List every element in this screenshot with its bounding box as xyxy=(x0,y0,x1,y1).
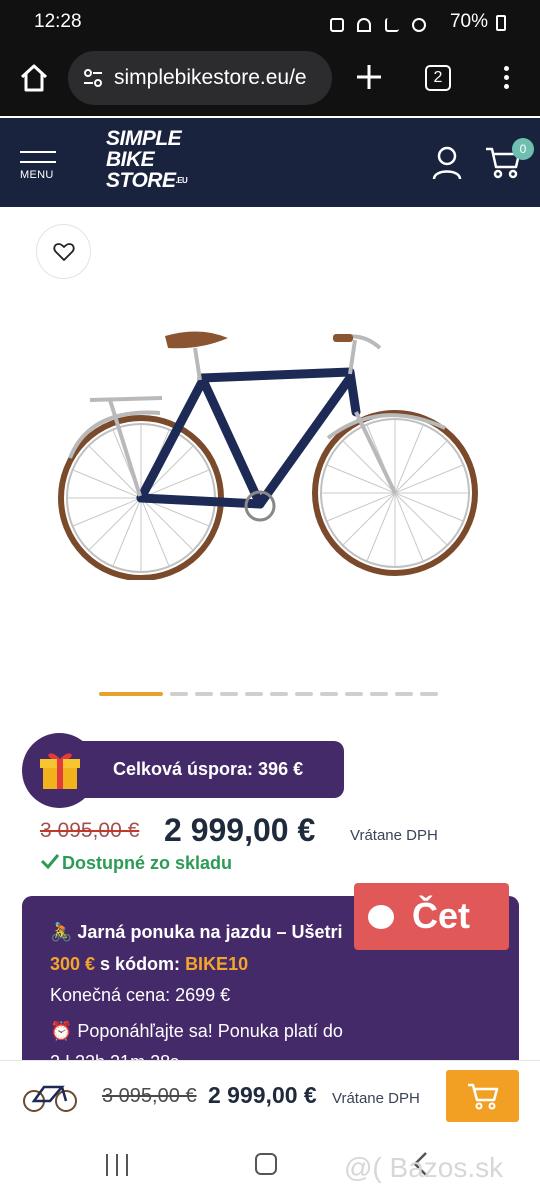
new-tab-button[interactable] xyxy=(352,60,386,94)
product-thumbnail xyxy=(23,1085,77,1112)
system-navigation-bar: @( Bazos.sk xyxy=(0,1136,540,1200)
more-dot-icon xyxy=(503,75,509,80)
carousel-dot[interactable] xyxy=(295,692,313,696)
original-price: 3 095,00 € xyxy=(40,819,140,842)
carousel-dot[interactable] xyxy=(345,692,363,696)
call-icon xyxy=(411,17,426,32)
gift-icon xyxy=(40,753,80,789)
price-row: 3 095,00 € 2 999,00 € Vrátane DPH xyxy=(40,812,520,852)
user-icon xyxy=(432,146,462,180)
carousel-dot[interactable] xyxy=(395,692,413,696)
carousel-dot[interactable] xyxy=(245,692,263,696)
logo-line-3: STORE.EU xyxy=(106,170,206,191)
signal-icon xyxy=(384,17,399,32)
current-price: 2 999,00 € xyxy=(164,812,316,848)
savings-text: Celková úspora: 396 € xyxy=(113,759,304,779)
sticky-vat-note: Vrátane DPH xyxy=(332,1090,420,1107)
plus-icon xyxy=(357,65,381,89)
promo-amount: 300 € xyxy=(50,954,96,974)
carousel-dot[interactable] xyxy=(220,692,238,696)
status-bar: 12:28 70% xyxy=(0,0,540,44)
promo-code-label: s kódom: xyxy=(95,954,186,974)
promo-headline: 🚴 Jarná ponuka na jazdu – Ušetri xyxy=(50,922,343,942)
gift-badge xyxy=(22,733,97,808)
sticky-original-price: 3 095,00 € xyxy=(102,1085,197,1107)
promo-hurry-text: ⏰ Poponáhľajte sa! Ponuka platí do xyxy=(50,1021,343,1041)
savings-badge: Celková úspora: 396 € xyxy=(64,741,344,798)
recents-bar-icon xyxy=(126,1154,128,1176)
recents-bar-icon xyxy=(116,1154,118,1176)
recents-bar-icon xyxy=(106,1154,108,1176)
watermark: @( Bazos.sk xyxy=(344,1152,504,1183)
tab-switcher-button[interactable]: 2 xyxy=(425,65,451,91)
chat-bubble-icon xyxy=(368,905,394,929)
store-logo[interactable]: SIMPLE BIKE STORE.EU xyxy=(106,128,206,200)
carousel-dot[interactable] xyxy=(370,692,388,696)
carousel-dot-active[interactable] xyxy=(99,692,163,696)
home-nav-button[interactable] xyxy=(255,1153,277,1175)
site-settings-icon[interactable] xyxy=(82,67,104,89)
logo-line-3-text: STORE xyxy=(106,169,176,192)
sticky-current-price: 2 999,00 € xyxy=(208,1082,317,1108)
sticky-buy-bar: 3 095,00 € 2 999,00 € Vrátane DPH xyxy=(0,1060,540,1136)
logo-line-1: SIMPLE xyxy=(106,127,182,150)
browser-toolbar: simplebikestore.eu/e 2 xyxy=(0,44,540,116)
url-text: simplebikestore.eu/e xyxy=(114,66,307,89)
hamburger-icon xyxy=(20,151,56,153)
home-icon xyxy=(20,64,48,92)
menu-button[interactable]: MENU xyxy=(20,151,58,195)
carousel-dot[interactable] xyxy=(195,692,213,696)
add-to-cart-button[interactable] xyxy=(446,1070,519,1122)
logo-suffix: .EU xyxy=(175,176,188,185)
carousel-dot[interactable] xyxy=(420,692,438,696)
wifi-icon xyxy=(357,17,372,32)
status-time: 12:28 xyxy=(34,11,82,32)
address-bar[interactable]: simplebikestore.eu/e xyxy=(68,51,332,105)
home-button[interactable] xyxy=(14,58,54,98)
heart-icon xyxy=(53,243,75,261)
site-header: MENU SIMPLE BIKE STORE.EU xyxy=(0,118,540,207)
product-image[interactable] xyxy=(50,318,490,580)
promo-code: BIKE10 xyxy=(185,954,249,974)
promo-code-line: 300 € s kódom: BIKE10 xyxy=(50,954,248,975)
recent-apps-button[interactable] xyxy=(104,1154,130,1176)
wishlist-button[interactable] xyxy=(36,224,91,279)
promo-final-price: Konečná cena: 2699 € xyxy=(50,985,231,1005)
promo-countdown: 2 I 22h 21m 28s xyxy=(50,1052,179,1060)
cart-count-badge: 0 xyxy=(512,138,534,160)
carousel-dot[interactable] xyxy=(170,692,188,696)
hamburger-icon xyxy=(20,161,56,163)
carousel-dot[interactable] xyxy=(270,692,288,696)
menu-label: MENU xyxy=(20,169,54,181)
checkmark-icon xyxy=(40,854,60,869)
cart-icon xyxy=(468,1083,499,1110)
more-dot-icon xyxy=(503,66,509,71)
more-dot-icon xyxy=(503,84,509,89)
stock-status: Dostupné zo skladu xyxy=(40,853,232,874)
logo-line-2: BIKE xyxy=(106,148,155,171)
chat-button[interactable]: Čet xyxy=(354,883,509,950)
notification-icon xyxy=(330,17,344,32)
chat-label: Čet xyxy=(412,895,471,936)
battery-icon xyxy=(496,15,506,31)
battery-level: 70% xyxy=(449,11,488,32)
account-button[interactable] xyxy=(430,145,464,181)
stock-text: Dostupné zo skladu xyxy=(62,853,233,873)
vat-note: Vrátane DPH xyxy=(350,827,438,844)
carousel-dot[interactable] xyxy=(320,692,338,696)
more-menu-button[interactable] xyxy=(496,62,516,96)
image-carousel-indicator xyxy=(99,692,444,698)
